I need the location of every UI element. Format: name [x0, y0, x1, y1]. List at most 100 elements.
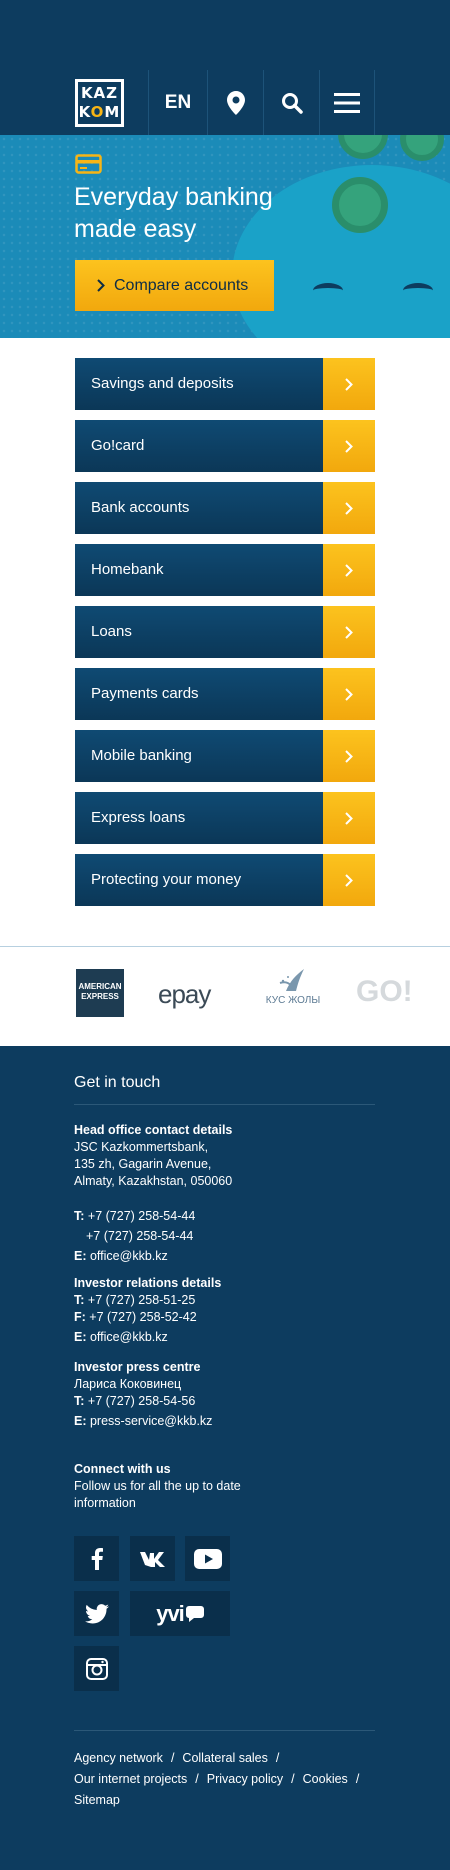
head-office-email[interactable]: E: office@kkb.kz: [74, 1248, 232, 1265]
footer-link-internet-projects[interactable]: Our internet projects: [74, 1772, 187, 1786]
link-separator: /: [355, 1772, 360, 1786]
chevron-right-icon: [345, 873, 353, 887]
yvi-button[interactable]: yvi: [130, 1591, 230, 1636]
email-label: E:: [74, 1249, 87, 1263]
logo-letter-o: O: [90, 103, 105, 121]
twitter-icon: [84, 1603, 109, 1623]
address-line: JSC Kazkommertsbank,: [74, 1140, 209, 1154]
press-contact-name: Лариса Коковинец: [74, 1377, 182, 1391]
logo-line-2: KOM: [78, 103, 121, 121]
menu-item-protecting-your-money[interactable]: Protecting your money: [75, 854, 375, 906]
head-office-phone-1[interactable]: T: +7 (727) 258-54-44: [74, 1208, 232, 1225]
search-icon: [281, 92, 303, 114]
chevron-right-icon: [345, 563, 353, 577]
coin-illustration: [332, 177, 388, 233]
menu-item-bank-accounts[interactable]: Bank accounts: [75, 482, 375, 534]
link-separator: /: [170, 1751, 175, 1765]
investor-relations-heading: Investor relations details: [74, 1276, 222, 1290]
chevron-right-icon: [345, 501, 353, 515]
head-office-phone-2[interactable]: +7 (727) 258-54-44: [74, 1228, 232, 1245]
menu-arrow-button[interactable]: [323, 854, 375, 906]
link-separator: /: [291, 1772, 295, 1786]
head-office-heading: Head office contact details: [74, 1123, 233, 1137]
phone-label: T:: [74, 1209, 85, 1223]
language-switch[interactable]: EN: [148, 70, 207, 135]
investor-fax: F: +7 (727) 258-52-42: [74, 1309, 221, 1326]
menu-item-savings-and-deposits[interactable]: Savings and deposits: [75, 358, 375, 410]
link-separator: /: [275, 1751, 280, 1765]
email-address[interactable]: press-service@kkb.kz: [90, 1414, 212, 1428]
chevron-right-icon: [345, 749, 353, 763]
amex-logo[interactable]: AMERICAN EXPRESS: [76, 969, 124, 1017]
logo-letter-m: M: [104, 103, 121, 121]
location-button[interactable]: [207, 70, 263, 135]
menu-item-homebank[interactable]: Homebank: [75, 544, 375, 596]
connect-heading: Connect with us: [74, 1462, 171, 1476]
menu-arrow-button[interactable]: [323, 544, 375, 596]
press-email[interactable]: E: press-service@kkb.kz: [74, 1413, 212, 1430]
footer-divider: [74, 1104, 375, 1105]
menu-item-mobile-banking[interactable]: Mobile banking: [75, 730, 375, 782]
facebook-button[interactable]: [74, 1536, 119, 1581]
go-card-logo[interactable]: GO!: [356, 975, 450, 1007]
hero-title: Everyday banking made easy: [74, 183, 273, 243]
footer-link-agency-network[interactable]: Agency network: [74, 1751, 163, 1765]
phone-number[interactable]: +7 (727) 258-51-25: [88, 1293, 195, 1307]
yvi-label: yvi: [156, 1600, 185, 1626]
site-footer: Get in touch Head office contact details…: [0, 1046, 450, 1870]
menu-item-loans[interactable]: Loans: [75, 606, 375, 658]
epay-logo[interactable]: epay: [158, 979, 211, 1010]
press-phone[interactable]: T: +7 (727) 258-54-56: [74, 1393, 212, 1410]
youtube-button[interactable]: [185, 1536, 230, 1581]
footer-link-sitemap[interactable]: Sitemap: [74, 1793, 120, 1807]
speech-bubble-icon: [185, 1605, 204, 1622]
chevron-right-icon: [97, 279, 105, 292]
compare-accounts-button[interactable]: Compare accounts: [75, 260, 274, 311]
fax-number: +7 (727) 258-52-42: [89, 1310, 197, 1324]
menu-item-payments-cards[interactable]: Payments cards: [75, 668, 375, 720]
menu-arrow-button[interactable]: [323, 420, 375, 472]
menu-icon: [334, 92, 360, 113]
footer-link-cookies[interactable]: Cookies: [303, 1772, 348, 1786]
search-button[interactable]: [263, 70, 319, 135]
menu-arrow-button[interactable]: [323, 792, 375, 844]
menu-arrow-button[interactable]: [323, 730, 375, 782]
vk-icon: [139, 1551, 165, 1567]
phone-number[interactable]: +7 (727) 258-54-44: [88, 1209, 195, 1223]
footer-link-privacy-policy[interactable]: Privacy policy: [207, 1772, 283, 1786]
kus-zholy-logo[interactable]: КУС ЖОЛЫ: [258, 967, 328, 1017]
menu-arrow-button[interactable]: [323, 358, 375, 410]
menu-arrow-button[interactable]: [323, 482, 375, 534]
chevron-right-icon: [345, 439, 353, 453]
menu-item-express-loans[interactable]: Express loans: [75, 792, 375, 844]
email-address[interactable]: office@kkb.kz: [90, 1249, 168, 1263]
partners-carousel: AMERICAN EXPRESS epay КУС ЖОЛЫ GO!: [0, 946, 450, 1046]
vkontakte-button[interactable]: [130, 1536, 175, 1581]
email-address[interactable]: office@kkb.kz: [90, 1330, 168, 1344]
site-header: KAZ KOM EN: [0, 70, 450, 135]
investor-phone[interactable]: T: +7 (727) 258-51-25: [74, 1292, 221, 1309]
menu-item-gocard[interactable]: Go!card: [75, 420, 375, 472]
location-pin-icon: [226, 90, 245, 115]
kus-zholy-name: КУС ЖОЛЫ: [265, 995, 321, 1006]
investor-email[interactable]: E: office@kkb.kz: [74, 1329, 221, 1346]
instagram-button[interactable]: [74, 1646, 119, 1691]
logo-letter-k: K: [78, 103, 91, 121]
phone-number[interactable]: +7 (727) 258-54-44: [86, 1229, 193, 1243]
menu-arrow-button[interactable]: [323, 606, 375, 658]
product-menu: Savings and deposits Go!card Bank accoun…: [75, 358, 375, 916]
menu-arrow-button[interactable]: [323, 668, 375, 720]
menu-item-label: Express loans: [91, 809, 186, 826]
chevron-right-icon: [345, 625, 353, 639]
menu-item-label: Payments cards: [91, 685, 199, 702]
connect-block: Connect with us Follow us for all the up…: [74, 1461, 284, 1512]
footer-link-collateral-sales[interactable]: Collateral sales: [182, 1751, 267, 1765]
twitter-button[interactable]: [74, 1591, 119, 1636]
kazkom-logo[interactable]: KAZ KOM: [74, 78, 125, 128]
menu-button[interactable]: [319, 70, 375, 135]
phone-number[interactable]: +7 (727) 258-54-56: [88, 1394, 195, 1408]
phone-label: T:: [74, 1293, 85, 1307]
footer-title: Get in touch: [74, 1074, 161, 1091]
credit-card-icon: [75, 154, 102, 174]
compare-accounts-label: Compare accounts: [114, 276, 249, 294]
